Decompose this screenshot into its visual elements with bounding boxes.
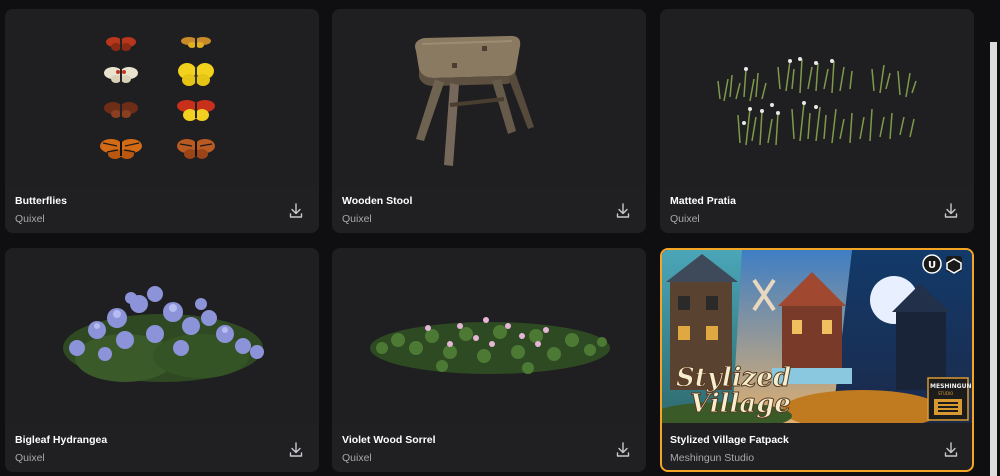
- village-artwork: Stylized Village U MESHINGUN STUDIO: [662, 250, 972, 423]
- thumbnail-title-line2: Village: [690, 389, 791, 419]
- download-button[interactable]: [616, 442, 630, 458]
- unity-icon: [946, 256, 962, 274]
- asset-title[interactable]: Stylized Village Fatpack: [670, 434, 789, 446]
- wooden-stool-thumbnail[interactable]: [332, 9, 646, 186]
- download-icon: [944, 442, 958, 457]
- asset-card-stylized-village-fatpack[interactable]: Stylized Village U MESHINGUN STUDIO Styl…: [660, 248, 974, 472]
- hydrangea-image: [63, 286, 264, 382]
- asset-creator[interactable]: Quixel: [670, 213, 700, 225]
- asset-title[interactable]: Bigleaf Hydrangea: [15, 434, 107, 446]
- download-icon: [616, 442, 630, 457]
- butterfly-image: [100, 37, 215, 159]
- asset-card-butterflies[interactable]: Butterflies Quixel: [5, 9, 319, 233]
- asset-creator[interactable]: Quixel: [342, 452, 372, 464]
- svg-text:STUDIO: STUDIO: [938, 391, 953, 396]
- asset-creator[interactable]: Meshingun Studio: [670, 452, 754, 464]
- asset-creator[interactable]: Quixel: [342, 213, 372, 225]
- scrollbar[interactable]: [990, 42, 997, 476]
- asset-card-wooden-stool[interactable]: Wooden Stool Quixel: [332, 9, 646, 233]
- asset-creator[interactable]: Quixel: [15, 213, 45, 225]
- asset-title[interactable]: Butterflies: [15, 195, 67, 207]
- asset-title[interactable]: Matted Pratia: [670, 195, 736, 207]
- asset-title[interactable]: Wooden Stool: [342, 195, 412, 207]
- download-button[interactable]: [616, 203, 630, 219]
- svg-text:MESHINGUN: MESHINGUN: [930, 383, 971, 390]
- meshingun-logo: MESHINGUN STUDIO: [927, 377, 971, 421]
- download-button[interactable]: [944, 203, 958, 219]
- stylized-village-thumbnail[interactable]: Stylized Village U MESHINGUN STUDIO: [662, 250, 972, 423]
- wood-sorrel-image: [370, 317, 610, 374]
- download-icon: [616, 203, 630, 218]
- pratia-image: [717, 58, 917, 146]
- download-button[interactable]: [289, 442, 303, 458]
- unreal-engine-icon: U: [922, 254, 942, 274]
- asset-card-violet-wood-sorrel[interactable]: Violet Wood Sorrel Quixel: [332, 248, 646, 472]
- download-button[interactable]: [289, 203, 303, 219]
- download-icon: [289, 442, 303, 457]
- matted-pratia-thumbnail[interactable]: [660, 9, 974, 186]
- asset-card-matted-pratia[interactable]: Matted Pratia Quixel: [660, 9, 974, 233]
- download-icon: [944, 203, 958, 218]
- download-button[interactable]: [944, 442, 958, 458]
- svg-text:U: U: [928, 260, 936, 271]
- download-icon: [289, 203, 303, 218]
- asset-creator[interactable]: Quixel: [15, 452, 45, 464]
- butterflies-thumbnail[interactable]: [5, 9, 319, 186]
- asset-title[interactable]: Violet Wood Sorrel: [342, 434, 436, 446]
- bigleaf-hydrangea-thumbnail[interactable]: [5, 248, 319, 425]
- violet-wood-sorrel-thumbnail[interactable]: [332, 248, 646, 425]
- stool-image: [415, 35, 534, 166]
- asset-card-bigleaf-hydrangea[interactable]: Bigleaf Hydrangea Quixel: [5, 248, 319, 472]
